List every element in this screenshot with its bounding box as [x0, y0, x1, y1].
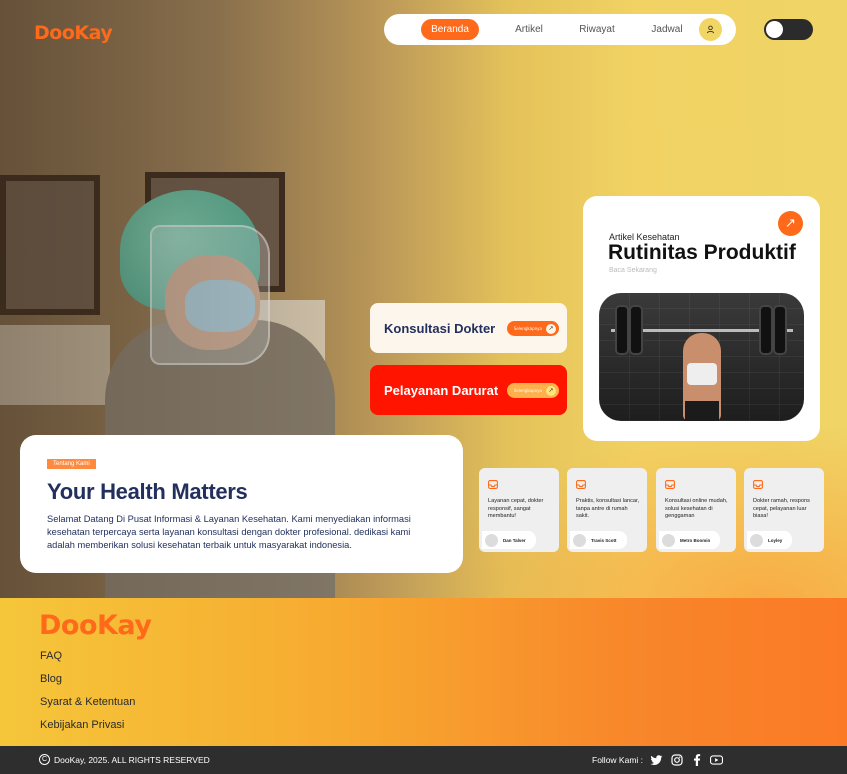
testimonial-card: Layanan cepat, dokter responsif, sangat … — [479, 468, 559, 552]
brand-logo[interactable]: DooKay — [34, 22, 113, 44]
testimonial-text: Layanan cepat, dokter responsif, sangat … — [488, 498, 544, 520]
footer-link-terms[interactable]: Syarat & Ketentuan — [40, 694, 135, 717]
service-label: Konsultasi Dokter — [384, 320, 496, 336]
user-icon — [706, 25, 715, 34]
more-button[interactable]: Selengkapnya ↗ — [506, 383, 559, 398]
footer-link-blog[interactable]: Blog — [40, 671, 135, 694]
inbox-icon — [488, 480, 498, 492]
more-button[interactable]: Selengkapnya ↗ — [506, 321, 559, 336]
athlete-shorts — [685, 401, 719, 421]
testimonial-card: Konsultasi online mudah, solusi kesehata… — [656, 468, 736, 552]
copyright: C DooKay, 2025. ALL RIGHTS RESERVED — [39, 754, 210, 765]
arrow-up-right-icon[interactable]: ↗ — [778, 211, 803, 236]
weight-plate — [759, 305, 773, 355]
footer-logo[interactable]: DooKay — [39, 610, 152, 641]
inbox-icon — [753, 480, 763, 492]
weight-plate — [615, 305, 629, 355]
copyright-text: DooKay, 2025. ALL RIGHTS RESERVED — [54, 754, 210, 765]
footer-link-faq[interactable]: FAQ — [40, 648, 135, 671]
testimonial-card: Praktis, konsultasi lancar, tanpa antre … — [567, 468, 647, 552]
testimonial-author: Travis Scott — [570, 531, 627, 549]
twitter-icon[interactable] — [650, 754, 663, 766]
nav-item-jadwal[interactable]: Jadwal — [647, 24, 687, 35]
author-name: Loyley — [768, 537, 783, 543]
article-card[interactable]: ↗ Artikel Kesehatan Rutinitas Produktif … — [583, 196, 820, 441]
author-name: Metro Boomin — [680, 537, 711, 543]
service-label: Pelayanan Darurat — [384, 382, 499, 398]
testimonial-author: Metro Boomin — [659, 531, 721, 549]
author-name: Travis Scott — [591, 537, 617, 543]
testimonial-author: Loyley — [747, 531, 793, 549]
about-card: Tentang Kami Your Health Matters Selamat… — [20, 435, 463, 573]
profile-button[interactable] — [699, 18, 722, 41]
about-body: Selamat Datang Di Pusat Informasi & Laya… — [47, 514, 411, 550]
athlete-top — [687, 363, 717, 385]
copyright-icon: C — [39, 754, 50, 765]
instagram-icon[interactable] — [670, 754, 683, 766]
avatar — [573, 533, 586, 547]
article-title[interactable]: Rutinitas Produktif — [608, 241, 796, 265]
youtube-icon[interactable] — [710, 754, 724, 766]
nav-item-riwayat[interactable]: Riwayat — [577, 24, 617, 35]
avatar — [662, 533, 675, 547]
article-subtitle[interactable]: Baca Sekarang — [609, 267, 657, 274]
weight-plate — [773, 305, 787, 355]
testimonial-text: Dokter ramah, respons cepat, pelayanan l… — [753, 498, 810, 520]
footer-links: FAQ Blog Syarat & Ketentuan Kebijakan Pr… — [40, 648, 135, 740]
arrow-up-right-icon: ↗ — [546, 323, 556, 334]
nav-item-artikel[interactable]: Artikel — [509, 24, 549, 35]
footer-link-privacy[interactable]: Kebijakan Privasi — [40, 717, 135, 740]
service-konsultasi-dokter[interactable]: Konsultasi Dokter Selengkapnya ↗ — [370, 303, 567, 353]
toggle-knob — [766, 21, 783, 38]
theme-toggle[interactable] — [764, 19, 813, 40]
testimonial-text: Praktis, konsultasi lancar, tanpa antre … — [576, 498, 640, 520]
testimonial-card: Dokter ramah, respons cepat, pelayanan l… — [744, 468, 824, 552]
testimonial-text: Konsultasi online mudah, solusi kesehata… — [665, 498, 728, 520]
more-label: Selengkapnya — [513, 326, 542, 331]
nav-item-beranda[interactable]: Beranda — [421, 19, 479, 40]
arrow-up-right-icon: ↗ — [546, 385, 556, 396]
facebook-icon[interactable] — [690, 754, 703, 766]
more-label: Selengkapnya — [513, 388, 542, 393]
weight-plate — [629, 305, 643, 355]
service-pelayanan-darurat[interactable]: Pelayanan Darurat Selengkapnya ↗ — [370, 365, 567, 415]
article-image — [599, 293, 804, 421]
about-tag: Tentang Kami — [47, 459, 96, 469]
avatar — [485, 533, 498, 547]
footer: DooKay FAQ Blog Syarat & Ketentuan Kebij… — [0, 598, 847, 746]
top-navigation: Beranda Artikel Riwayat Jadwal — [384, 14, 736, 45]
inbox-icon — [665, 480, 675, 492]
social-links: Follow Kami : — [592, 754, 724, 766]
testimonial-author: Dan Talver — [482, 531, 536, 549]
avatar — [750, 533, 763, 547]
follow-label: Follow Kami : — [592, 755, 644, 765]
inbox-icon — [576, 480, 586, 492]
about-title: Your Health Matters — [47, 479, 248, 504]
author-name: Dan Talver — [503, 537, 526, 543]
bottom-bar: C DooKay, 2025. ALL RIGHTS RESERVED Foll… — [0, 746, 847, 774]
